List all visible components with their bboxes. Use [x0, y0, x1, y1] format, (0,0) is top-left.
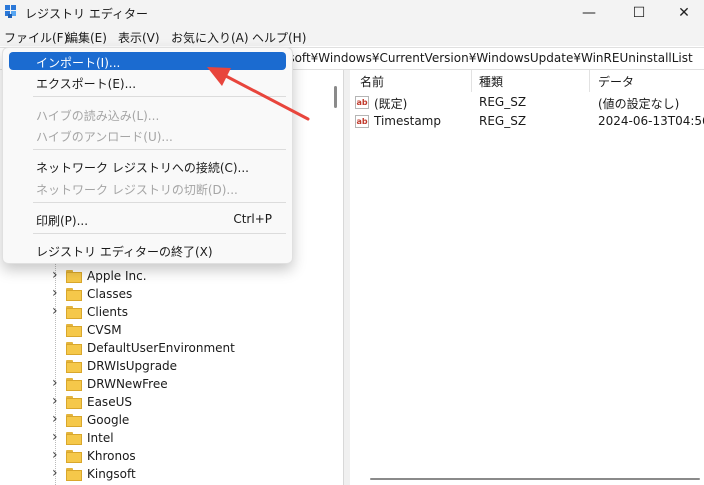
window-title: レジストリ エディター [25, 7, 148, 21]
menu-file[interactable]: ファイル(F) [4, 29, 68, 46]
registry-editor-icon [5, 5, 18, 19]
chevron-right-icon[interactable]: › [52, 447, 62, 463]
title-bar: レジストリ エディター — ☐ ✕ [0, 0, 704, 26]
menu-item-load-hive: ハイブの読み込み(L)... [36, 109, 160, 123]
menu-separator [33, 202, 286, 203]
value-data: 2024-06-13T04:56:27 [598, 114, 704, 128]
menu-bar: ファイル(F) 編集(E) 表示(V) お気に入り(A) ヘルプ(H) [0, 26, 704, 46]
menu-separator [33, 96, 286, 97]
menu-separator [33, 233, 286, 234]
column-separator[interactable] [471, 70, 472, 92]
column-header-type[interactable]: 種類 [479, 73, 503, 90]
tree-item-label: Clients [87, 305, 128, 319]
maximize-button[interactable]: ☐ [616, 0, 662, 26]
value-type: REG_SZ [479, 95, 527, 109]
tree-item-label: Classes [87, 287, 133, 301]
chevron-right-icon[interactable]: › [52, 285, 62, 301]
tree-item-label: EaseUS [87, 395, 132, 409]
value-name: (既定) [374, 97, 408, 111]
chevron-right-icon[interactable]: › [52, 267, 62, 283]
chevron-right-icon[interactable]: › [52, 303, 62, 319]
string-value-icon: ab [355, 96, 369, 109]
menu-item-export[interactable]: エクスポート(E)... [9, 73, 286, 91]
chevron-right-icon[interactable]: › [52, 429, 62, 445]
folder-icon [66, 306, 82, 319]
values-horizontal-scrollbar[interactable] [370, 478, 700, 480]
folder-icon [66, 414, 82, 427]
value-name: Timestamp [374, 114, 441, 128]
menu-item-connect-network-registry[interactable]: ネットワーク レジストリへの接続(C)... [9, 157, 286, 175]
tree-item-label: Kingsoft [87, 467, 136, 481]
chevron-right-icon[interactable]: › [52, 393, 62, 409]
print-shortcut: Ctrl+P [233, 212, 272, 226]
folder-icon [66, 360, 82, 373]
tree-vertical-scrollbar[interactable] [330, 70, 340, 485]
string-value-icon: ab [355, 115, 369, 128]
chevron-right-icon[interactable]: › [52, 375, 62, 391]
folder-icon [66, 396, 82, 409]
tree-item-label: Khronos [87, 449, 136, 463]
column-header-data[interactable]: データ [598, 73, 634, 90]
tree-item-label: DefaultUserEnvironment [87, 341, 235, 355]
menu-item-print[interactable]: 印刷(P)... Ctrl+P [9, 210, 286, 228]
tree-item-label: Google [87, 413, 130, 427]
menu-separator [33, 149, 286, 150]
address-path: osoft¥Windows¥CurrentVersion¥WindowsUpda… [281, 51, 693, 65]
tree-item-label: DRWNewFree [87, 377, 168, 391]
chevron-right-icon[interactable]: › [52, 411, 62, 427]
menu-item-unload-hive: ハイブのアンロード(U)... [36, 130, 173, 144]
menu-help[interactable]: ヘルプ(H) [252, 29, 306, 46]
values-pane[interactable]: 名前 種類 データ ab (既定) REG_SZ (値の設定なし) ab Tim… [350, 70, 704, 485]
chevron-right-icon[interactable]: › [52, 465, 62, 481]
folder-icon [66, 342, 82, 355]
tree-scroll-thumb[interactable] [334, 86, 337, 108]
menu-item-exit[interactable]: レジストリ エディターの終了(X) [9, 241, 286, 259]
folder-icon [66, 378, 82, 391]
tree-item-label: Intel [87, 431, 114, 445]
column-header-name[interactable]: 名前 [360, 73, 384, 90]
folder-icon [66, 432, 82, 445]
minimize-button[interactable]: — [566, 0, 612, 26]
value-data: (値の設定なし) [598, 97, 680, 111]
folder-icon [66, 288, 82, 301]
folder-icon [66, 324, 82, 337]
value-row[interactable]: ab (既定) REG_SZ (値の設定なし) [350, 94, 704, 112]
close-button[interactable]: ✕ [661, 0, 704, 26]
menu-item-disconnect-network-registry: ネットワーク レジストリの切断(D)... [36, 183, 238, 197]
value-row[interactable]: ab Timestamp REG_SZ 2024-06-13T04:56:27 [350, 113, 704, 131]
column-separator[interactable] [589, 70, 590, 92]
tree-item-label: Apple Inc. [87, 269, 147, 283]
menu-item-import[interactable]: インポート(I)... [9, 52, 286, 70]
folder-icon [66, 468, 82, 481]
value-type: REG_SZ [479, 114, 527, 128]
menu-favorites[interactable]: お気に入り(A) [171, 29, 249, 46]
folder-icon [66, 450, 82, 463]
tree-item-label: DRWIsUpgrade [87, 359, 178, 373]
menu-view[interactable]: 表示(V) [118, 29, 160, 46]
folder-icon [66, 270, 82, 283]
menu-edit[interactable]: 編集(E) [66, 29, 107, 46]
file-menu-dropdown: インポート(I)... エクスポート(E)... ハイブの読み込み(L)... … [2, 47, 293, 264]
tree-item-label: CVSM [87, 323, 122, 337]
